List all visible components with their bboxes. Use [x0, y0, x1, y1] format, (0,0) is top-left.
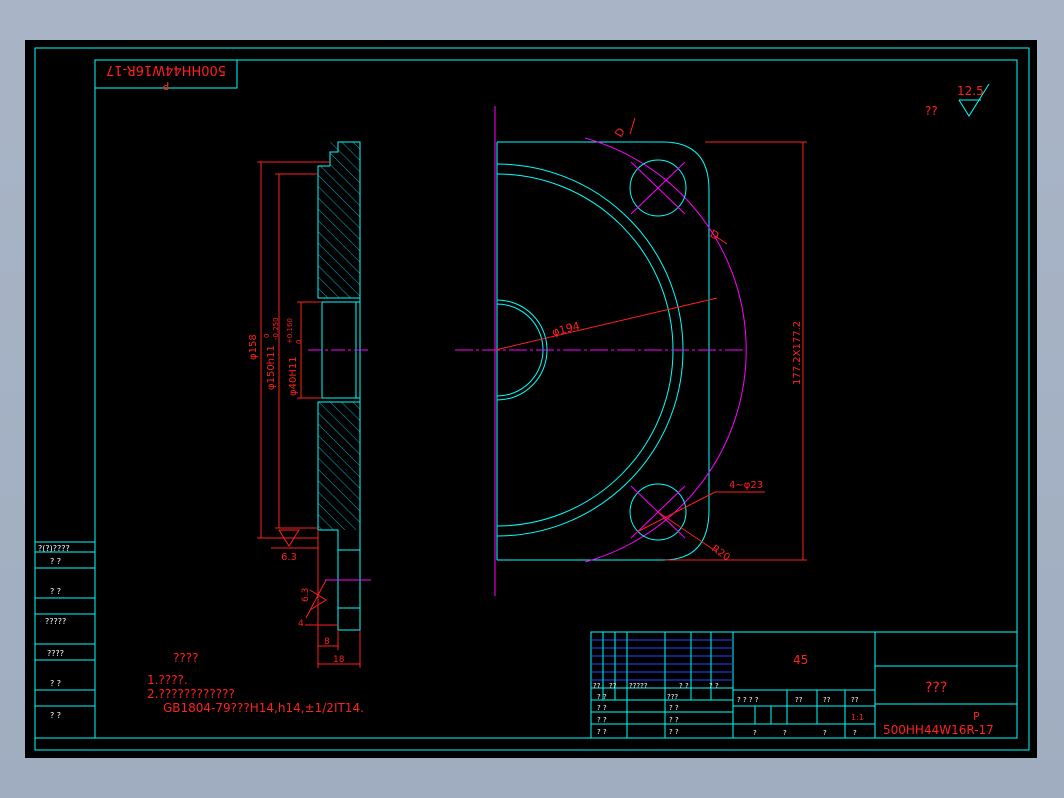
stage-label-3: ?? — [851, 696, 859, 704]
notes-heading: ???? — [173, 651, 198, 665]
sign-label-1: ? ? — [597, 704, 607, 712]
cad-viewport[interactable]: P 500HH44W16R-17 ?? 12.5 φ158 φ150h11 0 … — [0, 0, 1064, 798]
surface-finish-prefix: ?? — [925, 104, 938, 118]
notes-line3: GB1804-79???H14,h14,±1/2IT14. — [163, 701, 364, 715]
rough-63-a: 6.3 — [281, 552, 297, 563]
dim-square: 177.2X177.2 — [792, 321, 803, 385]
side-table-3: ????? — [45, 617, 66, 626]
row-label-a3: ? ? — [679, 682, 689, 690]
title-material: 45 — [793, 653, 808, 667]
notes-line1: 1.????. — [147, 673, 188, 687]
stage-label-0: ? ? ? ? — [737, 696, 759, 704]
stage-label-1: ?? — [795, 696, 803, 704]
dim-4: 4 — [298, 619, 304, 629]
sign-label-0: ? ? — [597, 693, 607, 701]
dim-d40-tol-upper: +0.160 — [286, 318, 294, 344]
notes-line2: 2.???????????? — [147, 687, 235, 701]
row-label-a0: ?? — [593, 682, 601, 690]
top-left-code-p: P — [162, 79, 169, 92]
dim-d158: φ158 — [248, 334, 259, 360]
sign-label-b2: ? ? — [669, 716, 679, 724]
bottom-label-1: ? — [783, 729, 787, 737]
side-table-1: ? ? — [50, 557, 61, 566]
row-label-a4: ? ? — [709, 682, 719, 690]
dim-18: 18 — [333, 655, 345, 665]
side-table-2: ? ? — [50, 587, 61, 596]
bottom-label-0: ? — [753, 729, 757, 737]
row-label-a1: ?? — [609, 682, 617, 690]
drawing-sheet[interactable]: P 500HH44W16R-17 ?? 12.5 φ158 φ150h11 0 … — [25, 40, 1037, 758]
dim-d40-tol-lower: 0 — [295, 340, 303, 344]
top-left-code: 500HH44W16R-17 — [106, 62, 226, 77]
surface-finish-value: 12.5 — [957, 84, 984, 98]
bottom-label-2: ? — [823, 729, 827, 737]
dim-d150: φ150h11 — [266, 345, 277, 390]
title-code-p: P — [973, 710, 980, 723]
rough-63-b: 6.3 — [301, 588, 311, 602]
side-table-4: ???? — [47, 649, 64, 658]
title-name: ??? — [925, 680, 947, 696]
dim-d150-tol-lower: -0.250 — [272, 317, 280, 340]
dim-d40: φ40H11 — [288, 356, 299, 396]
row-label-a2: ????? — [629, 682, 648, 690]
sign-label-2: ? ? — [597, 716, 607, 724]
side-table-5: ? ? — [50, 679, 61, 688]
dim-d150-tol-upper: 0 — [263, 334, 271, 338]
dim-8: 8 — [324, 637, 330, 647]
title-scale: 1:1 — [851, 713, 864, 722]
sign-label-b0: ??? — [667, 693, 678, 701]
sign-label-3: ? ? — [597, 728, 607, 736]
stage-label-2: ?? — [823, 696, 831, 704]
side-table-6: ? ? — [50, 711, 61, 720]
dim-holes: 4~φ23 — [729, 480, 763, 491]
bottom-label-3: ? — [853, 729, 857, 737]
sign-label-b1: ? ? — [669, 704, 679, 712]
sign-label-b3: ? ? — [669, 728, 679, 736]
title-code: 500HH44W16R-17 — [883, 723, 994, 737]
side-table-0: ?(?)???? — [38, 544, 70, 553]
